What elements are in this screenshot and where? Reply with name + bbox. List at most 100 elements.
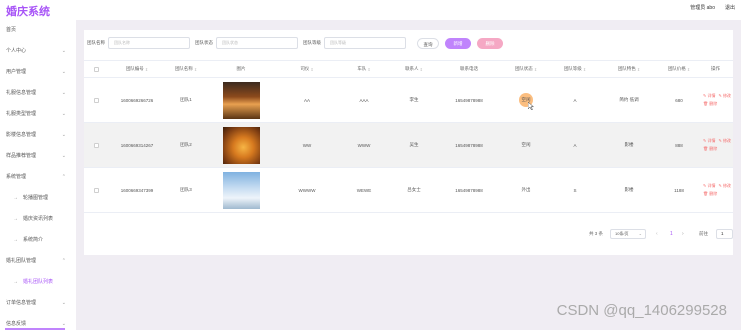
sidebar-item-label: 婚庆资讯列表 <box>23 216 54 222</box>
row-checkbox[interactable] <box>84 78 108 122</box>
column-header-id[interactable]: 团队编号 ⇕ <box>108 61 166 77</box>
pagination: 共 3 条 10条/页 ⌄ ‹ 1 › 前往 1 <box>84 229 733 241</box>
row-checkbox[interactable] <box>84 123 108 167</box>
team-photo[interactable] <box>222 81 260 119</box>
cell-level: A <box>573 97 577 103</box>
select-all-checkbox[interactable] <box>84 61 108 77</box>
column-header-name[interactable]: 团队名称 ⇕ <box>166 61 206 77</box>
cell-contact: 吕女士 <box>407 187 421 192</box>
goto-page-input[interactable]: 1 <box>716 229 733 239</box>
column-header-feature[interactable]: 团队特色 ⇕ <box>598 61 660 77</box>
team-table: 团队编号 ⇕ 团队名称 ⇕ 图片 司仪 ⇕ 车队 ⇕ 联系人 ⇕ 联系电话 团队状态 ⇕ 团… <box>84 60 733 213</box>
sort-icon: ⇕ <box>686 66 691 72</box>
page-size-select[interactable]: 10条/页 ⌄ <box>610 229 646 239</box>
cell-price: 680 <box>675 97 683 103</box>
arrow-right-icon: → <box>13 237 18 243</box>
sort-icon: ⇕ <box>533 66 538 72</box>
sort-icon: ⇕ <box>193 66 198 72</box>
mouse-cursor-icon <box>528 102 534 110</box>
column-header-status[interactable]: 团队状态 ⇕ <box>500 61 552 77</box>
main-content: 团队名称 团队名称 团队状态 团队状态 团队等级 团队等级 查询 新增 删除 团… <box>76 20 741 330</box>
sort-icon: ⇕ <box>419 66 423 72</box>
cell-id: 1600669314267 <box>120 142 154 148</box>
prev-page-button[interactable]: ‹ <box>656 231 658 237</box>
arrow-right-icon: → <box>13 279 18 285</box>
delete-button[interactable]: 删除 <box>477 37 503 49</box>
cell-name: 团队3 <box>180 187 192 192</box>
sidebar-item-label: 轮播图管理 <box>23 195 49 201</box>
detail-button[interactable]: ✎ 详情 <box>703 93 715 99</box>
sidebar-item-dress-type[interactable]: 礼服类型管理 ⌄ <box>0 104 76 125</box>
sort-icon: ⇕ <box>636 66 641 72</box>
sidebar-subitem-carousel[interactable]: → 轮播图管理 <box>0 188 76 209</box>
sidebar-item-label: 个人中心 <box>6 48 27 54</box>
chevron-down-icon: ⌄ <box>61 132 66 138</box>
top-bar: 婚庆系统 管理员 abo 退出 <box>0 0 741 20</box>
cell-cars: WEWE <box>356 187 372 193</box>
team-photo[interactable] <box>222 171 260 209</box>
logout-link[interactable]: 退出 <box>725 4 735 11</box>
chevron-down-icon: ⌄ <box>61 300 66 306</box>
sidebar-item-system[interactable]: 系统管理 ⌃ <box>0 167 76 188</box>
sidebar-item-label: 信息反馈 <box>6 321 27 327</box>
sidebar-item-orders[interactable]: 订单信息管理 ⌄ <box>0 293 76 314</box>
column-header-price[interactable]: 团队价格 ⇕ <box>660 61 698 77</box>
cell-mc: WW <box>302 142 312 148</box>
row-delete-button[interactable]: 🗑 删除 <box>703 101 717 107</box>
arrow-right-icon: → <box>13 195 18 201</box>
edit-button[interactable]: ✎ 修改 <box>718 138 730 144</box>
cell-contact: 吴生 <box>409 142 419 147</box>
cell-status: 空闲 <box>500 78 552 122</box>
sidebar-item-users[interactable]: 用户管理 ⌄ <box>0 62 76 83</box>
sidebar-item-label: 订单信息管理 <box>6 300 37 306</box>
cell-cars: AAA <box>359 97 369 103</box>
chevron-down-icon: ⌄ <box>61 90 66 96</box>
sort-icon: ⇕ <box>310 66 314 72</box>
row-delete-button[interactable]: 🗑 删除 <box>703 146 717 152</box>
sidebar-item-label: 首页 <box>6 27 17 33</box>
sidebar-subitem-news[interactable]: → 婚庆资讯列表 <box>0 209 76 230</box>
query-button[interactable]: 查询 <box>417 37 439 49</box>
column-header-cars[interactable]: 车队 ⇕ <box>338 61 390 77</box>
chevron-down-icon: ⌄ <box>638 231 642 236</box>
search-input-level[interactable]: 团队等级 <box>324 37 406 49</box>
sidebar-item-label: 礼服类型管理 <box>6 111 37 117</box>
detail-button[interactable]: ✎ 详情 <box>703 183 715 189</box>
sidebar-item-studio[interactable]: 影楼信息管理 ⌄ <box>0 125 76 146</box>
column-header-level[interactable]: 团队等级 ⇕ <box>552 61 598 77</box>
row-checkbox[interactable] <box>84 168 108 212</box>
sidebar-item-teams[interactable]: 婚礼团队管理 ⌃ <box>0 251 76 272</box>
edit-button[interactable]: ✎ 修改 <box>718 93 730 99</box>
add-button[interactable]: 新增 <box>445 37 471 49</box>
row-delete-button[interactable]: 🗑 删除 <box>703 191 717 197</box>
sidebar-item-samples[interactable]: 样品推荐管理 ⌄ <box>0 146 76 167</box>
sidebar-item-profile[interactable]: 个人中心 ⌄ <box>0 41 76 62</box>
goto-label: 前往 <box>699 231 708 236</box>
sidebar-subitem-team-list[interactable]: → 婚礼团队列表 <box>0 272 76 293</box>
edit-button[interactable]: ✎ 修改 <box>718 183 730 189</box>
page-number-current[interactable]: 1 <box>670 231 673 237</box>
column-header-actions: 操作 <box>711 66 720 71</box>
cell-id: 1600669347399 <box>120 187 154 193</box>
team-photo[interactable] <box>222 126 260 164</box>
cell-status: 外出 <box>521 187 531 192</box>
cell-phone: 16549878988 <box>455 187 483 193</box>
chevron-down-icon: ⌄ <box>61 153 66 159</box>
cell-price: 1188 <box>674 187 684 193</box>
cell-actions: ✎ 详情 ✎ 修改 🗑 删除 <box>698 123 733 167</box>
detail-button[interactable]: ✎ 详情 <box>703 138 715 144</box>
app-title: 婚庆系统 <box>6 6 50 18</box>
sidebar-item-dress-info[interactable]: 礼服信息管理 ⌄ <box>0 83 76 104</box>
next-page-button[interactable]: › <box>682 231 684 237</box>
search-input-status[interactable]: 团队状态 <box>216 37 298 49</box>
sidebar-item-home[interactable]: 首页 <box>0 20 76 41</box>
column-header-mc[interactable]: 司仪 ⇕ <box>276 61 338 77</box>
search-label-name: 团队名称 <box>87 40 105 45</box>
cell-actions: ✎ 详情 ✎ 修改 🗑 删除 <box>698 78 733 122</box>
search-input-name[interactable]: 团队名称 <box>108 37 190 49</box>
sidebar-item-label: 婚礼团队列表 <box>23 279 54 285</box>
column-header-contact[interactable]: 联系人 ⇕ <box>390 61 438 77</box>
sidebar-subitem-about[interactable]: → 系统简介 <box>0 230 76 251</box>
cell-level: S <box>573 187 577 193</box>
chevron-down-icon: ⌄ <box>61 48 66 54</box>
